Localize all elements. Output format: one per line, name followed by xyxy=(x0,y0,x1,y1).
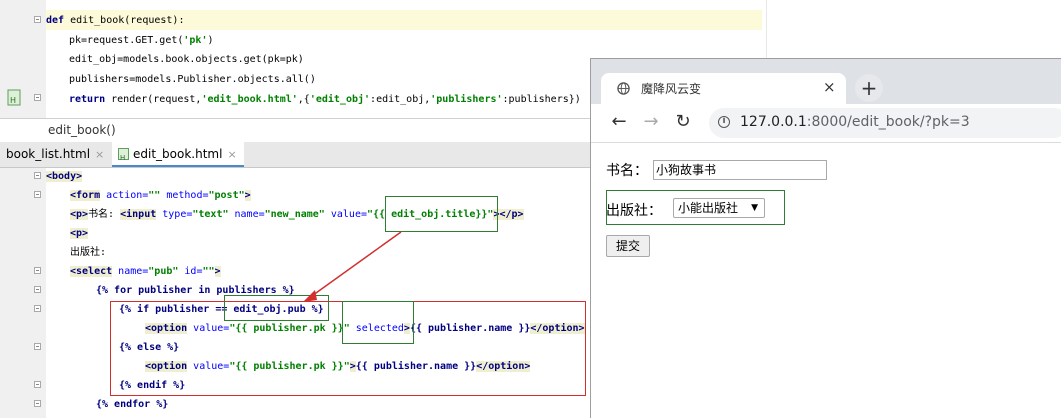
code-line[interactable]: <body> xyxy=(46,167,83,186)
fold-marker[interactable] xyxy=(34,381,41,388)
fold-marker[interactable] xyxy=(34,191,41,198)
fold-marker[interactable] xyxy=(34,343,41,350)
close-icon[interactable]: × xyxy=(227,148,236,161)
html-file-icon xyxy=(118,146,129,171)
annotation-arrow xyxy=(303,231,402,302)
code-line[interactable]: return render(request,'edit_book.html',{… xyxy=(69,90,581,109)
code-line[interactable]: {% endfor %} xyxy=(96,395,168,414)
tab-book-list[interactable]: book_list.html × xyxy=(0,142,110,167)
code-line[interactable]: <form action="" method="post"> xyxy=(70,186,251,205)
book-name-input[interactable]: 小狗故事书 xyxy=(653,160,827,180)
code-line[interactable]: <p> xyxy=(70,224,89,243)
reload-button[interactable]: ↻ xyxy=(671,110,695,134)
close-icon[interactable]: × xyxy=(823,78,836,96)
code-line[interactable]: <select name="pub" id=""> xyxy=(70,262,221,281)
browser-tab-strip: 魔降风云变 × + xyxy=(591,59,1061,104)
tab-edit-book[interactable]: edit_book.html × xyxy=(112,142,244,171)
back-button[interactable]: ← xyxy=(607,110,631,134)
address-url[interactable]: 127.0.0.1:8000/edit_book/?pk=3 xyxy=(740,114,970,130)
fold-marker[interactable] xyxy=(34,305,41,312)
fold-marker[interactable] xyxy=(34,16,41,23)
tab-label: book_list.html xyxy=(6,147,91,161)
close-icon[interactable]: × xyxy=(95,148,104,161)
browser-tab[interactable]: 魔降风云变 × xyxy=(601,73,846,104)
fold-marker[interactable] xyxy=(34,267,41,274)
page-content: 书名： 小狗故事书 出版社： 小能出版社 ▼ 提交 xyxy=(591,143,1061,419)
breadcrumb-label[interactable]: edit_book() xyxy=(48,123,116,137)
code-line[interactable]: def edit_book(request): xyxy=(46,11,184,30)
fold-marker[interactable] xyxy=(34,172,41,179)
code-line[interactable]: 出版社: xyxy=(70,243,106,262)
code-line[interactable]: edit_obj=models.book.objects.get(pk=pk) xyxy=(69,50,304,69)
svg-text:H: H xyxy=(10,96,16,105)
address-bar[interactable]: i 127.0.0.1:8000/edit_book/?pk=3 xyxy=(709,108,1061,138)
forward-button[interactable]: → xyxy=(639,110,663,134)
fold-marker[interactable] xyxy=(34,286,41,293)
annotation-box-publisher xyxy=(606,190,785,225)
code-line[interactable]: publishers=models.Publisher.objects.all(… xyxy=(69,70,316,89)
annotation-box-title xyxy=(385,196,498,232)
submit-button[interactable]: 提交 xyxy=(606,235,650,257)
info-icon[interactable]: i xyxy=(718,116,730,128)
editor-tab-bar: book_list.html × edit_book.html × xyxy=(0,142,590,171)
tab-label: edit_book.html xyxy=(133,147,223,161)
fold-marker[interactable] xyxy=(34,400,41,407)
new-tab-button[interactable]: + xyxy=(855,74,883,102)
fold-marker[interactable] xyxy=(34,94,41,101)
book-name-label: 书名： xyxy=(606,163,648,179)
browser-window: 魔降风云变 × + ← → ↻ i 127.0.0.1:8000/edit_bo… xyxy=(590,58,1061,419)
browser-tab-title: 魔降风云变 xyxy=(641,82,702,96)
browser-toolbar: ← → ↻ i 127.0.0.1:8000/edit_book/?pk=3 xyxy=(591,104,1061,143)
html-file-icon[interactable]: H xyxy=(6,89,22,107)
code-line[interactable]: pk=request.GET.get('pk') xyxy=(69,31,214,50)
globe-icon xyxy=(617,82,630,95)
